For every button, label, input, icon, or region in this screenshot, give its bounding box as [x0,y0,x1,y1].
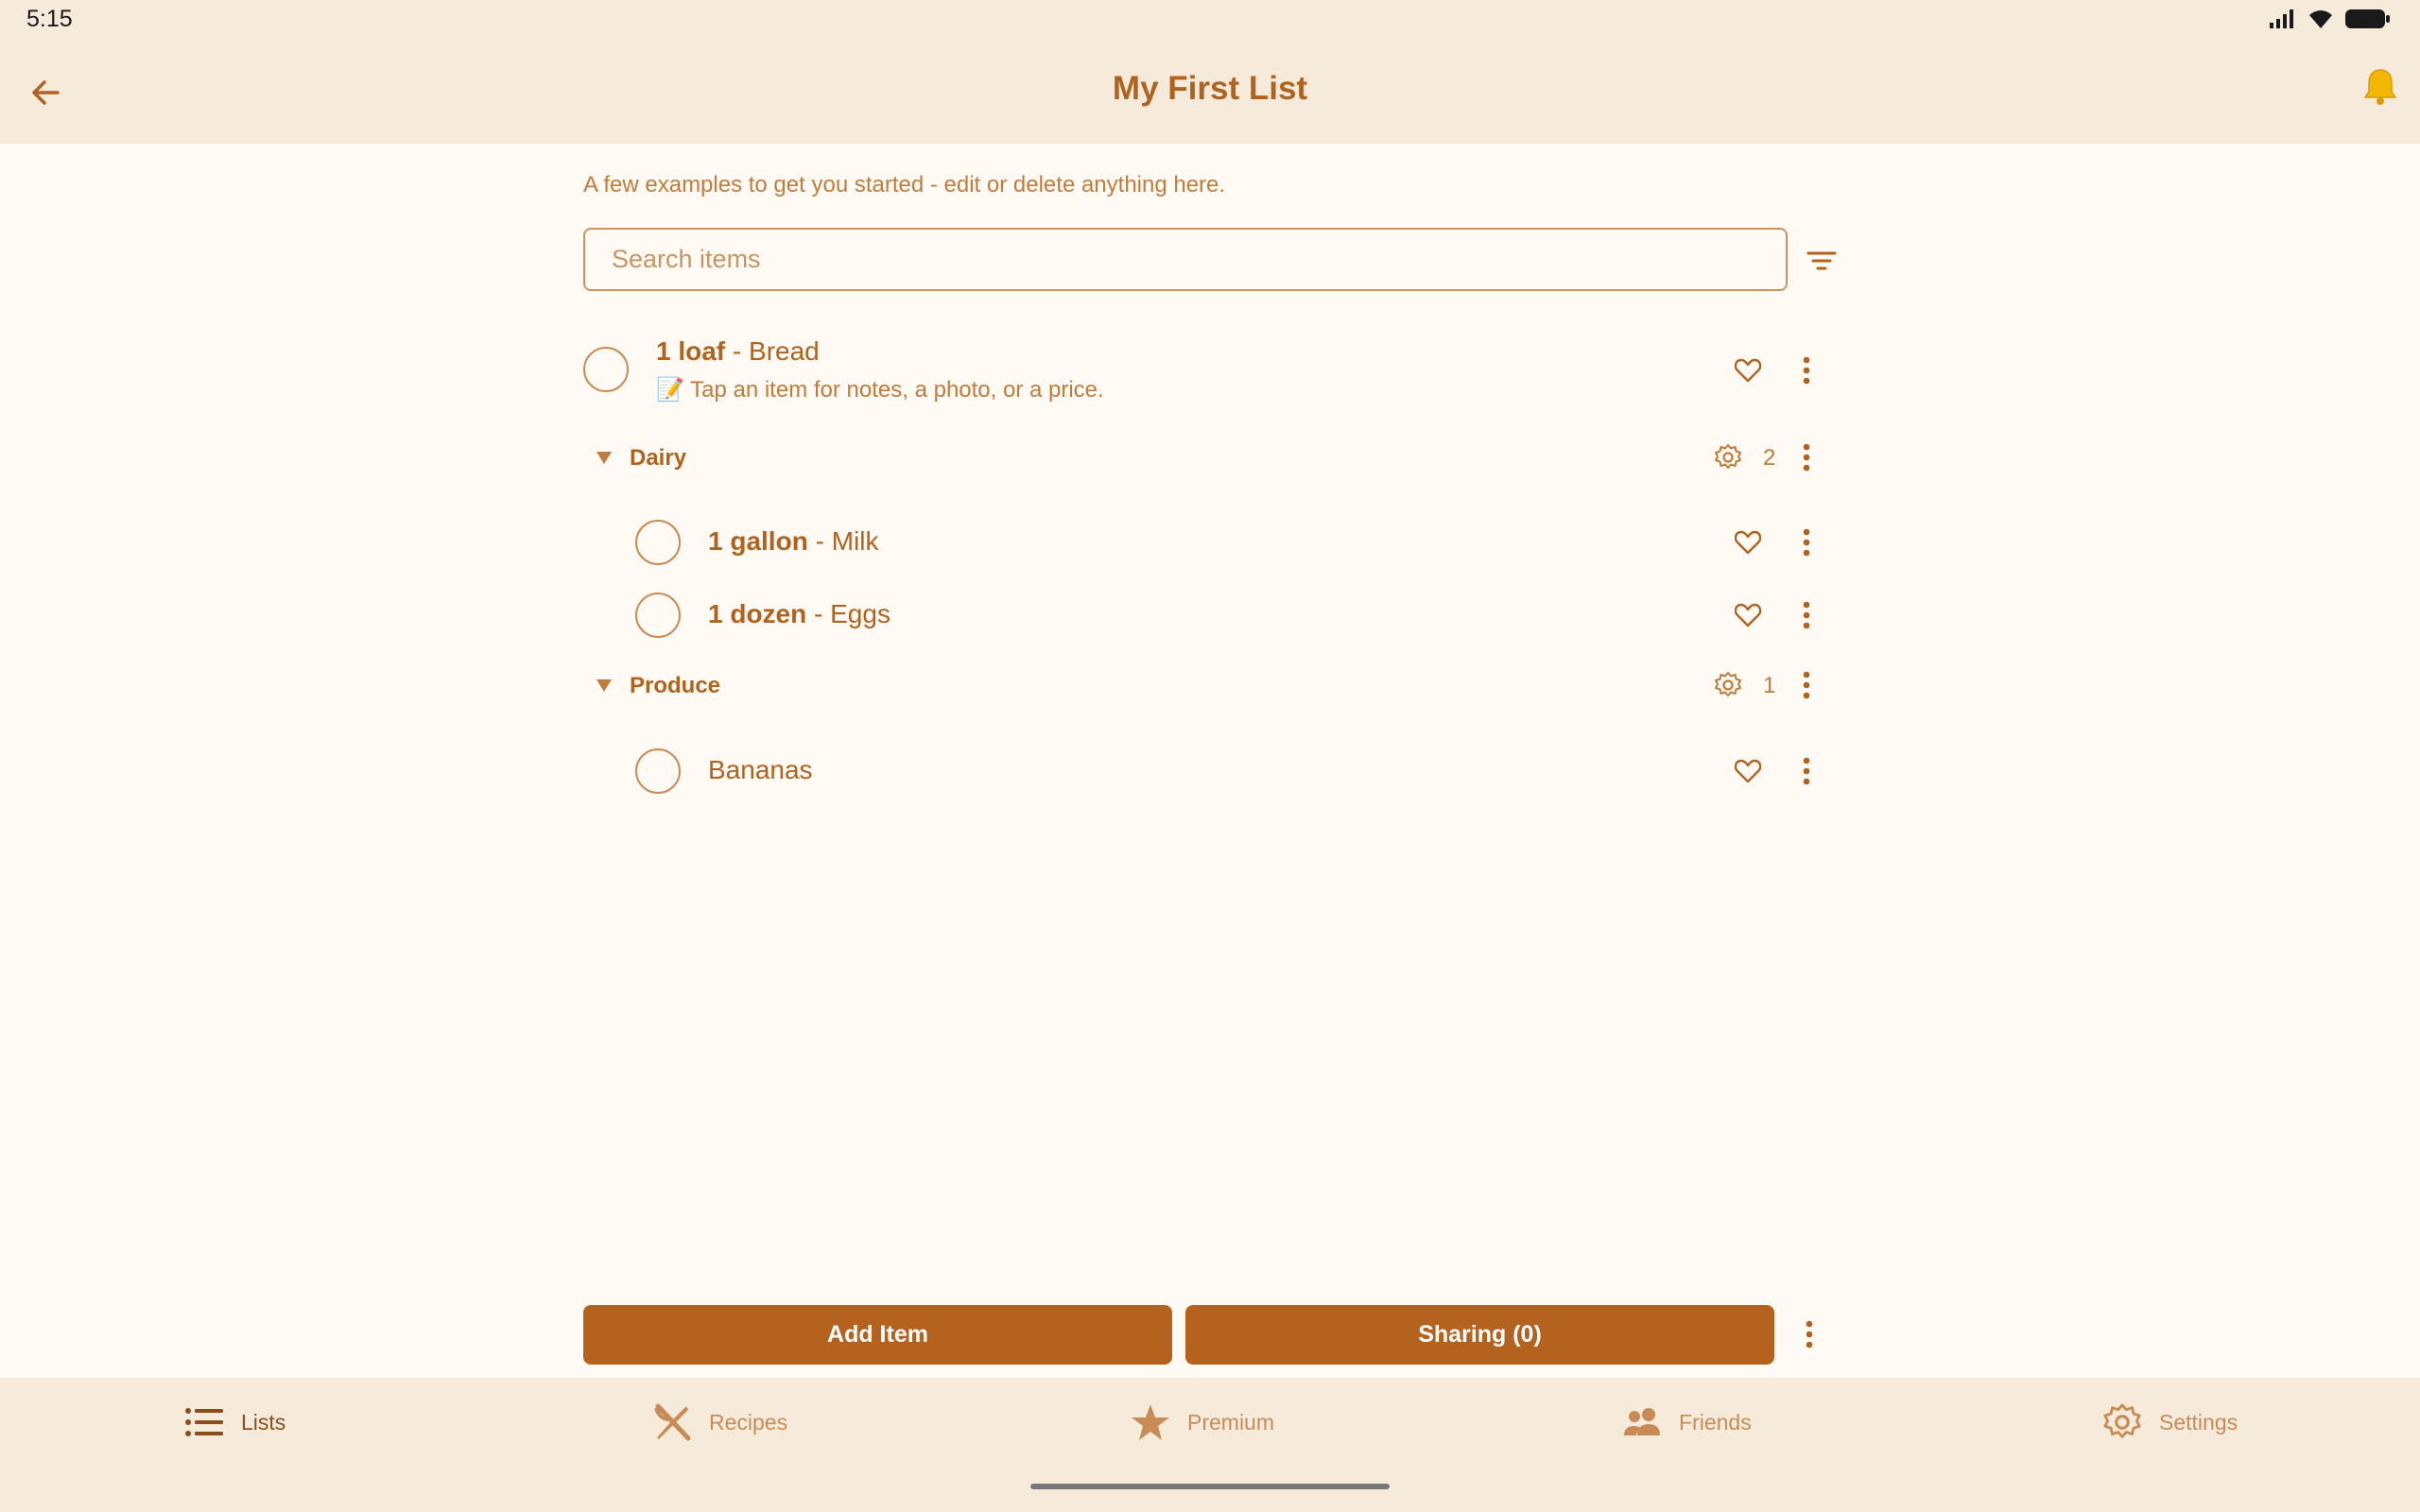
nav-lists[interactable]: Lists [184,1399,285,1446]
more-vert-icon [1803,601,1810,629]
category-more-button[interactable] [1786,664,1827,706]
item-name: Eggs [830,599,890,628]
category-produce[interactable]: Produce 1 [583,657,1850,713]
bottom-nav: Lists Recipes Premium Friends Settings [0,1378,2420,1512]
list-icon [185,1408,223,1436]
category-dairy[interactable]: Dairy 2 [583,429,1850,486]
item-title: Bananas [708,755,813,785]
favorite-button[interactable] [1727,594,1769,636]
wifi-icon [2309,10,2332,28]
more-vert-icon [1803,671,1810,699]
nav-label: Recipes [709,1409,788,1435]
utensils-icon [654,1403,691,1441]
list-item-bread[interactable]: 1 loaf - Bread 📝 Tap an item for notes, … [583,323,1850,418]
people-icon [1624,1408,1660,1435]
nav-label: Lists [241,1409,286,1435]
more-vert-icon [1803,757,1810,785]
more-vert-icon [1803,356,1810,385]
filter-icon [1806,251,1837,270]
favorite-button[interactable] [1727,522,1769,563]
item-separator: - [807,526,832,556]
heart-icon [1735,603,1761,627]
item-name: Bread [749,336,820,366]
list-item-eggs[interactable]: 1 dozen - Eggs [583,574,1850,640]
category-title: Dairy [630,445,687,471]
nav-premium[interactable]: Premium [1131,1399,1274,1446]
item-more-button[interactable] [1786,750,1827,792]
category-settings-button[interactable] [1707,664,1749,706]
app-bar: My First List [0,42,2420,144]
category-more-button[interactable] [1786,437,1827,478]
caret-down-icon [596,452,612,464]
item-more-button[interactable] [1786,350,1827,391]
collapse-toggle[interactable] [590,671,618,699]
category-settings-button[interactable] [1707,437,1749,478]
heart-icon [1735,759,1761,783]
list-description: A few examples to get you started - edit… [583,172,1226,198]
item-name: Milk [831,526,879,556]
item-quantity: 1 dozen [708,599,807,628]
add-item-button[interactable]: Add Item [583,1305,1172,1365]
page-title: My First List [1112,70,1308,107]
favorite-button[interactable] [1727,350,1769,391]
status-bar: 5:15 [0,0,2420,42]
gear-icon [1715,444,1741,469]
item-quantity: 1 gallon [708,526,808,556]
item-checkbox[interactable] [583,347,629,392]
item-checkbox[interactable] [635,520,681,565]
filter-button[interactable] [1803,242,1841,280]
item-name: Bananas [708,755,813,784]
home-indicator[interactable] [1030,1484,1390,1489]
nav-label: Premium [1187,1409,1275,1435]
status-icons [2269,8,2392,30]
sharing-button[interactable]: Sharing (0) [1185,1305,1774,1365]
notifications-button[interactable] [2354,60,2407,113]
item-checkbox[interactable] [635,593,681,638]
list-item-milk[interactable]: 1 gallon - Milk [583,501,1850,567]
category-title: Produce [630,673,721,698]
nav-label: Settings [2159,1409,2238,1435]
nav-settings[interactable]: Settings [2102,1399,2238,1446]
favorite-button[interactable] [1727,750,1769,792]
gear-icon [1715,672,1741,696]
caret-down-icon [596,679,612,692]
item-title: 1 dozen - Eggs [708,599,890,629]
collapse-toggle[interactable] [590,443,618,472]
category-count: 2 [1763,445,1776,471]
more-vert-icon [1806,1320,1813,1349]
item-more-button[interactable] [1786,594,1827,636]
more-vert-icon [1803,528,1810,557]
item-separator: - [806,599,831,628]
more-vert-icon [1803,443,1810,472]
list-more-button[interactable] [1789,1314,1830,1355]
item-note: 📝 Tap an item for notes, a photo, or a p… [656,377,1104,403]
item-title: 1 loaf - Bread [656,336,820,367]
item-more-button[interactable] [1786,522,1827,563]
search-input[interactable] [583,228,1788,291]
category-count: 1 [1763,673,1776,698]
heart-icon [1735,530,1761,555]
item-separator: - [725,336,750,366]
signal-icon [2270,9,2293,28]
battery-icon [2345,9,2390,28]
gear-icon [2103,1403,2141,1438]
star-icon [1132,1404,1169,1440]
nav-label: Friends [1679,1409,1752,1435]
item-checkbox[interactable] [635,748,681,794]
item-title: 1 gallon - Milk [708,526,878,557]
heart-icon [1735,358,1761,383]
nav-friends[interactable]: Friends [1622,1399,1752,1446]
status-time: 5:15 [26,6,73,32]
bell-icon [2363,69,2397,105]
list-item-bananas[interactable]: Bananas [583,730,1850,796]
nav-recipes[interactable]: Recipes [652,1399,787,1446]
item-quantity: 1 loaf [656,336,726,366]
